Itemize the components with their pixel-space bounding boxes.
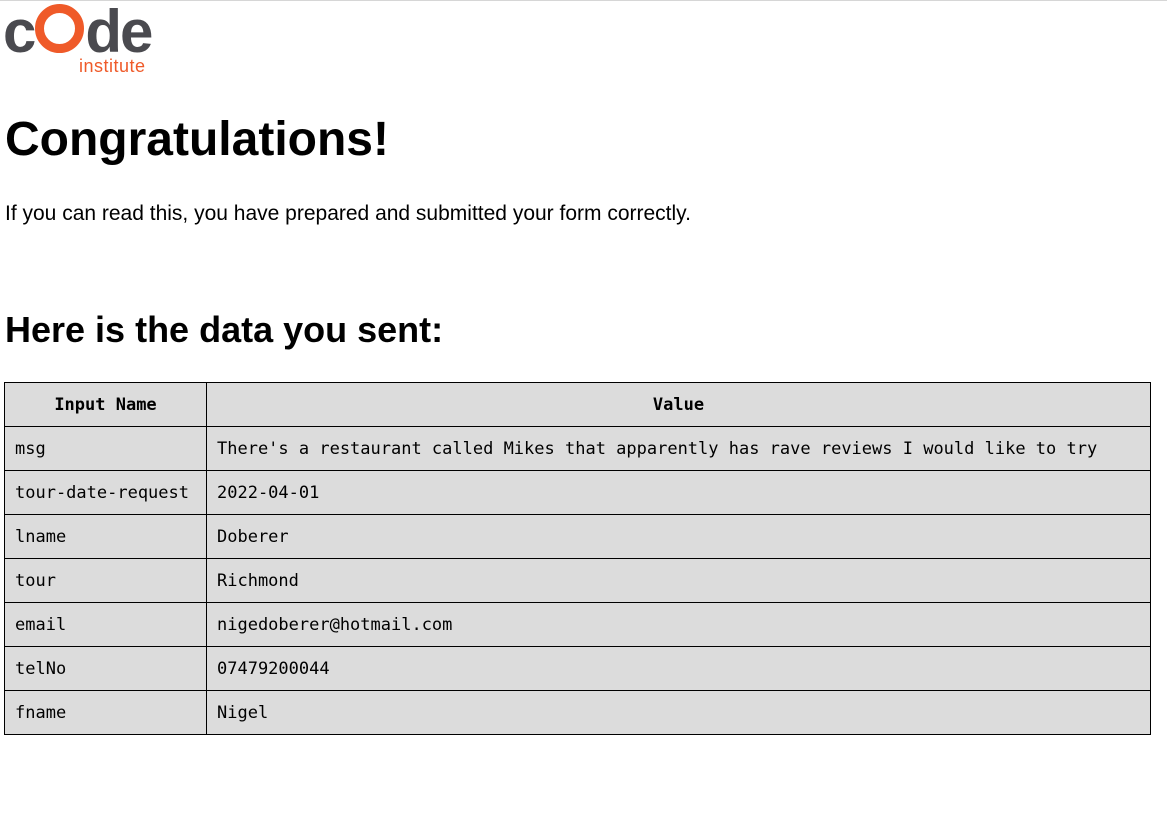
column-header-input-name: Input Name [4, 382, 207, 427]
value-cell: There's a restaurant called Mikes that a… [206, 426, 1151, 471]
input-name-cell: email [4, 602, 207, 647]
input-name-cell: tour [4, 558, 207, 603]
input-name-cell: fname [4, 690, 207, 735]
input-name-cell: lname [4, 514, 207, 559]
input-name-cell: tour-date-request [4, 470, 207, 515]
value-cell: Nigel [206, 690, 1151, 735]
value-cell: Doberer [206, 514, 1151, 559]
column-header-value: Value [206, 382, 1151, 427]
logo-letter-c: c [3, 0, 36, 65]
table-row: tour Richmond [4, 558, 1151, 603]
logo-orange-ring-icon [35, 4, 85, 53]
table-row: telNo 07479200044 [4, 646, 1151, 691]
value-cell: nigedoberer@hotmail.com [206, 602, 1151, 647]
input-name-cell: msg [4, 426, 207, 471]
table-row: email nigedoberer@hotmail.com [4, 602, 1151, 647]
table-row: msg There's a restaurant called Mikes th… [4, 426, 1151, 471]
table-row: fname Nigel [4, 690, 1151, 735]
table-row: tour-date-request 2022-04-01 [4, 470, 1151, 515]
table-header-row: Input Name Value [4, 382, 1151, 427]
value-cell: 2022-04-01 [206, 470, 1151, 515]
input-name-cell: telNo [4, 646, 207, 691]
table-row: lname Doberer [4, 514, 1151, 559]
logo-subtext: institute [79, 56, 146, 76]
intro-text: If you can read this, you have prepared … [5, 202, 691, 225]
value-cell: Richmond [206, 558, 1151, 603]
data-heading: Here is the data you sent: [5, 309, 444, 350]
page-title: Congratulations! [5, 113, 389, 166]
submitted-data-table: Input Name Value msg There's a restauran… [4, 382, 1151, 735]
code-institute-logo: c de institute [3, 0, 163, 78]
top-divider [0, 0, 1167, 1]
value-cell: 07479200044 [206, 646, 1151, 691]
